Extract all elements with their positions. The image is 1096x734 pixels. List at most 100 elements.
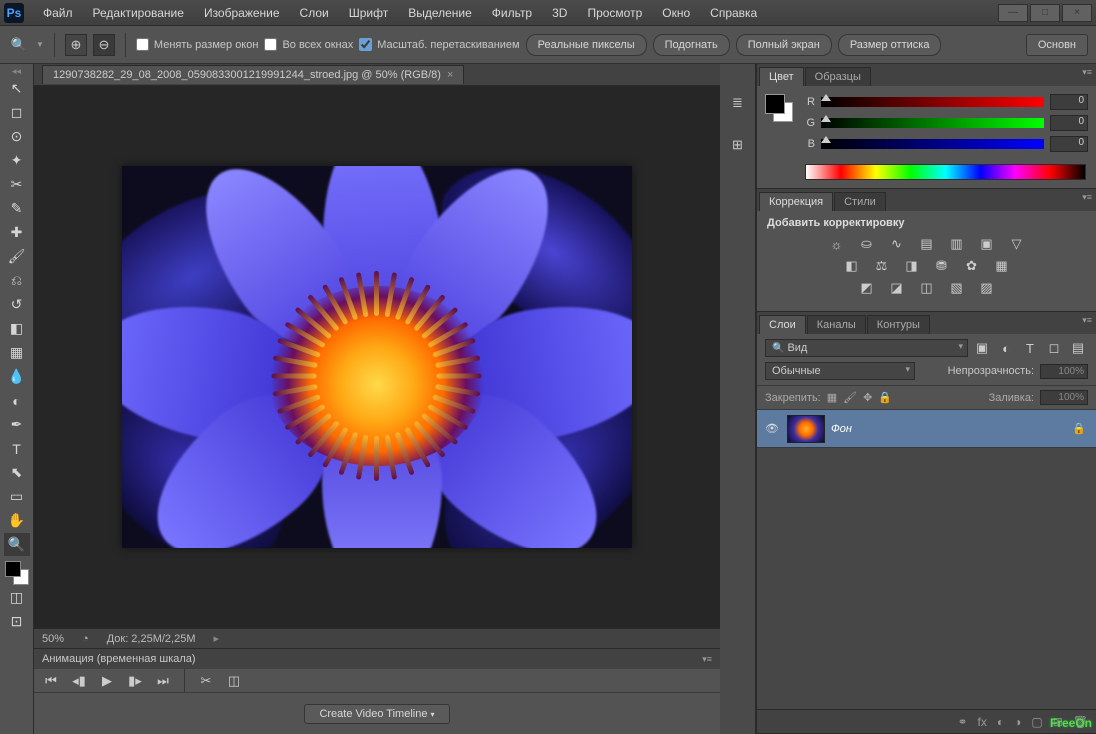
selective-color-icon[interactable]: ◫ (917, 279, 937, 297)
menu-view[interactable]: Просмотр (578, 3, 651, 23)
channel-mixer-icon[interactable]: ◨ (902, 257, 922, 275)
tl-first-frame-icon[interactable]: ⏮ (40, 670, 62, 692)
print-size-button[interactable]: Размер оттиска (838, 34, 942, 56)
close-button[interactable]: × (1062, 4, 1092, 22)
color-balance-icon[interactable]: ▽ (1007, 235, 1027, 253)
tl-last-frame-icon[interactable]: ⏭ (152, 670, 174, 692)
workspace-switcher[interactable]: Основн (1026, 34, 1088, 56)
minimize-button[interactable]: — (998, 4, 1028, 22)
doc-info-arrow-icon[interactable]: ▸ (214, 632, 220, 645)
layer-fx-icon[interactable]: fx (978, 715, 987, 729)
tab-layers[interactable]: Слои (759, 315, 806, 334)
zoom-tool-icon[interactable]: 🔍 (8, 34, 30, 56)
posterize-icon[interactable]: ▦ (992, 257, 1012, 275)
menu-3d[interactable]: 3D (543, 3, 576, 23)
tab-paths[interactable]: Контуры (867, 315, 930, 334)
panel-menu-icon[interactable]: ▾≡ (1082, 192, 1092, 203)
filter-adj-icon[interactable]: ◐ (996, 339, 1016, 357)
layer-name[interactable]: Фон (831, 423, 1066, 435)
layer-mask-icon[interactable]: ◐ (997, 715, 1004, 729)
close-tab-icon[interactable]: × (447, 69, 453, 81)
photo-filter-icon[interactable]: ⚖ (872, 257, 892, 275)
spectrum-bar[interactable] (805, 164, 1086, 180)
color-lookup-icon[interactable]: ⛃ (932, 257, 952, 275)
visibility-toggle-icon[interactable]: 👁 (763, 422, 781, 435)
menu-type[interactable]: Шрифт (340, 3, 397, 23)
dodge-tool[interactable]: ◐ (4, 389, 30, 412)
quick-mask-icon[interactable]: ◫ (4, 586, 30, 609)
adj5-icon[interactable]: ▨ (977, 279, 997, 297)
full-screen-button[interactable]: Полный экран (736, 34, 832, 56)
tl-split-icon[interactable]: ✂ (195, 670, 217, 692)
tl-prev-frame-icon[interactable]: ◂▮ (68, 670, 90, 692)
shape-tool[interactable]: ▭ (4, 485, 30, 508)
menu-select[interactable]: Выделение (399, 3, 481, 23)
marquee-tool[interactable]: ◻ (4, 101, 30, 124)
document-tab[interactable]: 1290738282_29_08_2008_059083300121999124… (42, 65, 464, 84)
blur-tool[interactable]: 💧 (4, 365, 30, 388)
path-select-tool[interactable]: ⬉ (4, 461, 30, 484)
pen-tool[interactable]: ✒ (4, 413, 30, 436)
zoom-out-icon[interactable]: ⊖ (93, 34, 115, 56)
lock-all-icon[interactable]: 🔒 (878, 391, 892, 404)
panel-menu-icon[interactable]: ▾≡ (1082, 315, 1092, 326)
menu-image[interactable]: Изображение (195, 3, 289, 23)
brush-tool[interactable]: 🖌 (4, 245, 30, 268)
tab-channels[interactable]: Каналы (807, 315, 866, 334)
link-layers-icon[interactable]: ⚭ (957, 715, 967, 729)
doc-info-icon[interactable]: ◔ (82, 633, 89, 645)
layer-row[interactable]: 👁 Фон 🔒 (757, 410, 1096, 448)
gradient-map-icon[interactable]: ◪ (887, 279, 907, 297)
create-video-timeline-button[interactable]: Create Video Timeline ▾ (304, 704, 449, 724)
magic-wand-tool[interactable]: ✦ (4, 149, 30, 172)
r-slider[interactable] (821, 97, 1044, 107)
canvas[interactable] (34, 86, 720, 628)
filter-shape-icon[interactable]: ◻ (1044, 339, 1064, 357)
scrubby-zoom-checkbox[interactable]: Масштаб. перетаскиванием (359, 38, 519, 51)
screen-mode-icon[interactable]: ⊡ (4, 610, 30, 633)
hue-icon[interactable]: ▣ (977, 235, 997, 253)
tab-color[interactable]: Цвет (759, 67, 804, 86)
gradient-tool[interactable]: ▦ (4, 341, 30, 364)
toolbox-collapse-icon[interactable]: ◂◂ (0, 66, 33, 76)
zoom-tool[interactable]: 🔍 (4, 533, 30, 556)
bw-icon[interactable]: ◧ (842, 257, 862, 275)
color-mini-swatch[interactable] (765, 94, 793, 122)
history-brush-tool[interactable]: ↺ (4, 293, 30, 316)
layer-thumbnail[interactable] (787, 415, 825, 443)
r-value[interactable]: 0 (1050, 94, 1088, 110)
healing-brush-tool[interactable]: ✚ (4, 221, 30, 244)
lasso-tool[interactable]: ⊙ (4, 125, 30, 148)
opacity-input[interactable]: 100% (1040, 364, 1088, 379)
exposure-icon[interactable]: ▤ (917, 235, 937, 253)
new-fill-adj-icon[interactable]: ◑ (1014, 715, 1021, 729)
properties-panel-icon[interactable]: ⊞ (727, 134, 749, 156)
g-slider[interactable] (821, 118, 1044, 128)
curves-icon[interactable]: ∿ (887, 235, 907, 253)
new-group-icon[interactable]: ▢ (1031, 715, 1042, 729)
history-panel-icon[interactable]: ≣ (727, 92, 749, 114)
blend-mode-dropdown[interactable]: Обычные (765, 362, 915, 380)
tl-next-frame-icon[interactable]: ▮▸ (124, 670, 146, 692)
eyedropper-tool[interactable]: ✎ (4, 197, 30, 220)
menu-window[interactable]: Окно (653, 3, 699, 23)
foreground-color[interactable] (5, 561, 21, 577)
invert-icon[interactable]: ✿ (962, 257, 982, 275)
g-value[interactable]: 0 (1050, 115, 1088, 131)
zoom-in-icon[interactable]: ⊕ (65, 34, 87, 56)
b-value[interactable]: 0 (1050, 136, 1088, 152)
all-windows-checkbox[interactable]: Во всех окнах (264, 38, 353, 51)
lock-position-icon[interactable]: ✥ (863, 391, 872, 404)
layer-filter-type[interactable]: 🔍Вид (765, 339, 968, 357)
lock-transparent-icon[interactable]: ▦ (827, 391, 837, 404)
hand-tool[interactable]: ✋ (4, 509, 30, 532)
menu-filter[interactable]: Фильтр (483, 3, 541, 23)
tab-adjustments[interactable]: Коррекция (759, 192, 833, 211)
brightness-icon[interactable]: ☼ (827, 235, 847, 253)
maximize-button[interactable]: □ (1030, 4, 1060, 22)
actual-pixels-button[interactable]: Реальные пикселы (526, 34, 647, 56)
vibrance-icon[interactable]: ▥ (947, 235, 967, 253)
filter-smart-icon[interactable]: ▤ (1068, 339, 1088, 357)
color-swatch[interactable] (5, 561, 29, 585)
crop-tool[interactable]: ✂ (4, 173, 30, 196)
